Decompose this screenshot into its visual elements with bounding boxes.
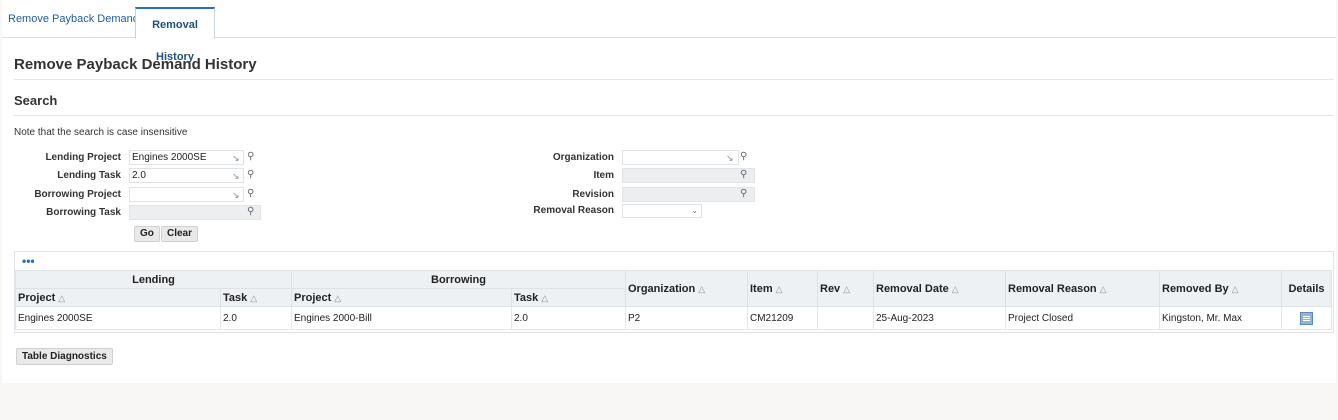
lov-icon[interactable]: ↘ xyxy=(232,171,240,182)
col-label: Item xyxy=(750,282,773,295)
sort-icon[interactable]: △ xyxy=(334,293,341,303)
col-details: Details xyxy=(1281,270,1332,307)
search-note: Note that the search is case insensitive xyxy=(14,127,188,138)
revision-label: Revision xyxy=(572,189,614,200)
lov-icon[interactable]: ↘ xyxy=(232,153,240,164)
sort-icon[interactable]: △ xyxy=(698,284,705,294)
cell-removed-by: Kingston, Mr. Max xyxy=(1159,306,1282,330)
organization-label: Organization xyxy=(552,152,614,163)
cell-borrowing-project: Engines 2000-Bill xyxy=(291,306,512,330)
col-label: Task xyxy=(514,291,539,304)
col-organization[interactable]: Organization △ xyxy=(625,270,748,307)
col-borrowing-task[interactable]: Task △ xyxy=(511,288,626,307)
search-icon[interactable]: ⚲ xyxy=(247,188,254,199)
col-label: Project xyxy=(18,291,56,304)
removal-reason-label: Removal Reason xyxy=(533,205,614,216)
title-divider xyxy=(14,79,1334,80)
borrowing-task-label: Borrowing Task xyxy=(46,207,121,218)
col-removal-date[interactable]: Removal Date △ xyxy=(873,270,1006,307)
lending-task-label: Lending Task xyxy=(57,170,121,181)
search-icon[interactable]: ⚲ xyxy=(247,206,254,217)
borrowing-project-label: Borrowing Project xyxy=(34,189,121,200)
revision-input[interactable] xyxy=(622,187,755,202)
col-lending-project[interactable]: Project △ xyxy=(15,288,221,307)
tab-remove-payback-demands[interactable]: Remove Payback Demands xyxy=(2,1,150,30)
col-label: Rev xyxy=(820,282,841,295)
search-icon[interactable]: ⚲ xyxy=(740,169,747,180)
more-actions-icon[interactable]: ••• xyxy=(22,254,35,268)
group-header-borrowing: Borrowing xyxy=(291,270,626,289)
tab-bar: Remove Payback Demands Removal History xyxy=(2,0,1336,63)
search-icon[interactable]: ⚲ xyxy=(247,151,254,162)
cell-rev xyxy=(817,306,874,330)
sort-icon[interactable]: △ xyxy=(952,284,959,294)
search-icon[interactable]: ⚲ xyxy=(740,188,747,199)
col-item[interactable]: Item △ xyxy=(747,270,818,307)
lending-project-input[interactable]: Engines 2000SE xyxy=(129,150,244,165)
sort-icon[interactable]: △ xyxy=(1100,284,1107,294)
cell-lending-project: Engines 2000SE xyxy=(15,306,221,330)
table-diagnostics-button[interactable]: Table Diagnostics xyxy=(16,348,113,365)
lov-icon[interactable]: ↘ xyxy=(232,190,240,201)
sort-icon[interactable]: △ xyxy=(541,293,548,303)
organization-input[interactable] xyxy=(622,150,739,165)
item-input[interactable] xyxy=(622,168,755,183)
page-title: Remove Payback Demand History xyxy=(14,56,257,73)
go-button[interactable]: Go xyxy=(134,226,160,242)
cell-lending-task: 2.0 xyxy=(220,306,292,330)
sort-icon[interactable]: △ xyxy=(776,284,783,294)
col-label: Removed By xyxy=(1162,282,1229,295)
col-removed-by[interactable]: Removed By △ xyxy=(1159,270,1282,307)
borrowing-project-input[interactable] xyxy=(129,187,244,202)
cell-removal-reason: Project Closed xyxy=(1005,306,1160,330)
col-lending-task[interactable]: Task △ xyxy=(220,288,292,307)
table-row: Engines 2000SE 2.0 Engines 2000-Bill 2.0… xyxy=(15,306,1332,330)
col-removal-reason[interactable]: Removal Reason △ xyxy=(1005,270,1160,307)
cell-item: CM21209 xyxy=(747,306,818,330)
group-header-lending: Lending xyxy=(15,270,292,289)
sort-icon[interactable]: △ xyxy=(58,293,65,303)
clear-button[interactable]: Clear xyxy=(161,226,199,242)
lov-icon[interactable]: ↘ xyxy=(726,153,734,164)
cell-details xyxy=(1281,306,1332,330)
results-table: Lending Borrowing Organization △ Item △ Re… xyxy=(15,270,1332,330)
removal-reason-select[interactable]: ⌄ xyxy=(622,204,702,218)
chevron-down-icon: ⌄ xyxy=(691,206,698,215)
col-label: Removal Reason xyxy=(1008,282,1097,295)
sort-icon[interactable]: △ xyxy=(843,284,850,294)
col-label: Organization xyxy=(628,282,696,295)
borrowing-task-input[interactable] xyxy=(129,205,261,220)
cell-organization: P2 xyxy=(625,306,748,330)
col-borrowing-project[interactable]: Project △ xyxy=(291,288,512,307)
sort-icon[interactable]: △ xyxy=(1232,284,1239,294)
page: Remove Payback Demands Removal History R… xyxy=(2,0,1336,383)
cell-borrowing-task: 2.0 xyxy=(511,306,626,330)
col-label: Project xyxy=(294,291,332,304)
cell-removal-date: 25-Aug-2023 xyxy=(873,306,1006,330)
col-rev[interactable]: Rev △ xyxy=(817,270,874,307)
item-label: Item xyxy=(593,170,614,181)
sort-icon[interactable]: △ xyxy=(250,293,257,303)
details-icon[interactable] xyxy=(1300,311,1313,325)
lending-project-label: Lending Project xyxy=(45,152,121,163)
lending-task-input[interactable]: 2.0 xyxy=(129,168,244,183)
col-label: Task xyxy=(223,291,248,304)
search-icon[interactable]: ⚲ xyxy=(247,169,254,180)
search-divider xyxy=(14,115,1334,116)
col-label: Removal Date xyxy=(876,282,949,295)
tab-removal-history[interactable]: Removal History xyxy=(135,7,215,63)
search-icon[interactable]: ⚲ xyxy=(740,151,747,162)
search-heading: Search xyxy=(14,93,58,108)
